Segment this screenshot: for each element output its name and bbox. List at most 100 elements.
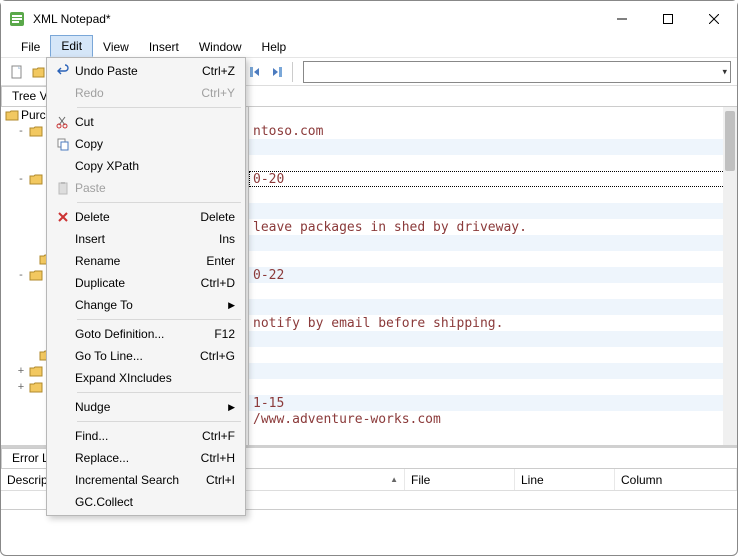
menu-item-label: Copy bbox=[75, 137, 235, 151]
menu-item-label: Incremental Search bbox=[75, 473, 206, 487]
value-text: leave packages in shed by driveway. bbox=[253, 220, 527, 235]
menu-item-insert[interactable]: InsertIns bbox=[49, 228, 243, 250]
menu-item-label: Replace... bbox=[75, 451, 201, 465]
menu-shortcut: Ins bbox=[219, 232, 235, 246]
expander-icon[interactable]: - bbox=[15, 173, 27, 185]
menu-separator bbox=[77, 107, 241, 108]
value-text: ntoso.com bbox=[253, 124, 323, 139]
paste-icon bbox=[51, 181, 75, 195]
value-text: notify by email before shipping. bbox=[253, 316, 503, 331]
menu-file[interactable]: File bbox=[11, 36, 50, 57]
folder-icon bbox=[29, 364, 43, 378]
col-file[interactable]: File bbox=[405, 469, 515, 490]
value-pane[interactable]: ntoso.com 0-20 leave packages in shed by … bbox=[249, 107, 737, 445]
menu-item-expand-xincludes[interactable]: Expand XIncludes bbox=[49, 367, 243, 389]
menu-separator bbox=[77, 319, 241, 320]
value-row[interactable] bbox=[249, 379, 737, 395]
menu-item-label: Cut bbox=[75, 115, 235, 129]
value-row[interactable] bbox=[249, 139, 737, 155]
vertical-scrollbar[interactable] bbox=[723, 107, 737, 445]
value-row[interactable]: /www.adventure-works.com bbox=[249, 411, 737, 427]
scrollbar-thumb[interactable] bbox=[725, 111, 735, 171]
xpath-input[interactable] bbox=[303, 61, 731, 83]
menu-item-rename[interactable]: RenameEnter bbox=[49, 250, 243, 272]
maximize-button[interactable] bbox=[645, 4, 691, 34]
value-row[interactable]: 0-20 bbox=[249, 171, 737, 187]
menu-shortcut: Ctrl+H bbox=[201, 451, 235, 465]
menu-item-undo-paste[interactable]: Undo PasteCtrl+Z bbox=[49, 60, 243, 82]
menu-view[interactable]: View bbox=[93, 36, 139, 57]
menu-item-label: Nudge bbox=[75, 400, 228, 414]
menu-item-cut[interactable]: Cut bbox=[49, 111, 243, 133]
menu-shortcut: Delete bbox=[200, 210, 235, 224]
menu-shortcut: Ctrl+F bbox=[202, 429, 235, 443]
menu-item-change-to[interactable]: Change To▶ bbox=[49, 294, 243, 316]
copy-icon bbox=[51, 137, 75, 151]
edit-menu-dropdown: Undo PasteCtrl+ZRedoCtrl+YCutCopyCopy XP… bbox=[46, 57, 246, 516]
value-text: 0-22 bbox=[253, 268, 284, 283]
folder-icon bbox=[5, 108, 19, 122]
menu-edit[interactable]: Edit bbox=[50, 35, 93, 57]
value-row[interactable]: 1-15 bbox=[249, 395, 737, 411]
expander-icon[interactable]: + bbox=[15, 381, 27, 393]
value-row[interactable] bbox=[249, 347, 737, 363]
menu-item-label: Expand XIncludes bbox=[75, 371, 235, 385]
menu-item-find[interactable]: Find...Ctrl+F bbox=[49, 425, 243, 447]
value-row[interactable]: 0-22 bbox=[249, 267, 737, 283]
menu-item-label: Copy XPath bbox=[75, 159, 235, 173]
menu-window[interactable]: Window bbox=[189, 36, 252, 57]
menu-help[interactable]: Help bbox=[252, 36, 297, 57]
value-row[interactable] bbox=[249, 251, 737, 267]
new-file-icon[interactable] bbox=[7, 62, 27, 82]
nudge-right-icon[interactable] bbox=[267, 62, 287, 82]
menu-item-copy-xpath[interactable]: Copy XPath bbox=[49, 155, 243, 177]
menu-item-paste: Paste bbox=[49, 177, 243, 199]
value-row[interactable] bbox=[249, 235, 737, 251]
col-column[interactable]: Column bbox=[615, 469, 737, 490]
folder-icon bbox=[29, 124, 43, 138]
menu-shortcut: Ctrl+I bbox=[206, 473, 235, 487]
value-row[interactable]: ntoso.com bbox=[249, 123, 737, 139]
folder-icon bbox=[29, 172, 43, 186]
expander-icon[interactable]: - bbox=[15, 269, 27, 281]
menu-separator bbox=[77, 421, 241, 422]
close-button[interactable] bbox=[691, 4, 737, 34]
menu-item-gc-collect[interactable]: GC.Collect bbox=[49, 491, 243, 513]
expander-icon[interactable]: + bbox=[15, 365, 27, 377]
menu-item-incremental-search[interactable]: Incremental SearchCtrl+I bbox=[49, 469, 243, 491]
menu-item-delete[interactable]: DeleteDelete bbox=[49, 206, 243, 228]
expander-icon[interactable]: - bbox=[15, 125, 27, 137]
col-line[interactable]: Line bbox=[515, 469, 615, 490]
folder-icon bbox=[29, 380, 43, 394]
menu-insert[interactable]: Insert bbox=[139, 36, 189, 57]
folder-icon bbox=[29, 268, 43, 282]
menu-item-label: Duplicate bbox=[75, 276, 201, 290]
menu-item-nudge[interactable]: Nudge▶ bbox=[49, 396, 243, 418]
menu-item-label: Rename bbox=[75, 254, 206, 268]
value-row[interactable] bbox=[249, 187, 737, 203]
menu-item-label: Undo Paste bbox=[75, 64, 202, 78]
value-row[interactable] bbox=[249, 203, 737, 219]
menu-item-go-to-line[interactable]: Go To Line...Ctrl+G bbox=[49, 345, 243, 367]
menu-item-goto-definition[interactable]: Goto Definition...F12 bbox=[49, 323, 243, 345]
value-text: 1-15 bbox=[253, 396, 284, 411]
menu-item-label: Redo bbox=[75, 86, 201, 100]
value-row[interactable] bbox=[249, 331, 737, 347]
app-icon bbox=[9, 11, 25, 27]
value-row[interactable] bbox=[249, 299, 737, 315]
menu-item-copy[interactable]: Copy bbox=[49, 133, 243, 155]
menu-shortcut: Ctrl+Y bbox=[201, 86, 235, 100]
nudge-left-icon[interactable] bbox=[245, 62, 265, 82]
menu-item-replace[interactable]: Replace...Ctrl+H bbox=[49, 447, 243, 469]
value-row[interactable] bbox=[249, 283, 737, 299]
minimize-button[interactable] bbox=[599, 4, 645, 34]
menu-shortcut: Enter bbox=[206, 254, 235, 268]
value-text: 0-20 bbox=[253, 172, 284, 187]
menu-item-duplicate[interactable]: DuplicateCtrl+D bbox=[49, 272, 243, 294]
value-row[interactable] bbox=[249, 155, 737, 171]
menu-shortcut: Ctrl+Z bbox=[202, 64, 235, 78]
value-row[interactable]: notify by email before shipping. bbox=[249, 315, 737, 331]
value-row[interactable] bbox=[249, 363, 737, 379]
value-row[interactable]: leave packages in shed by driveway. bbox=[249, 219, 737, 235]
menubar: File Edit View Insert Window Help bbox=[1, 36, 737, 58]
